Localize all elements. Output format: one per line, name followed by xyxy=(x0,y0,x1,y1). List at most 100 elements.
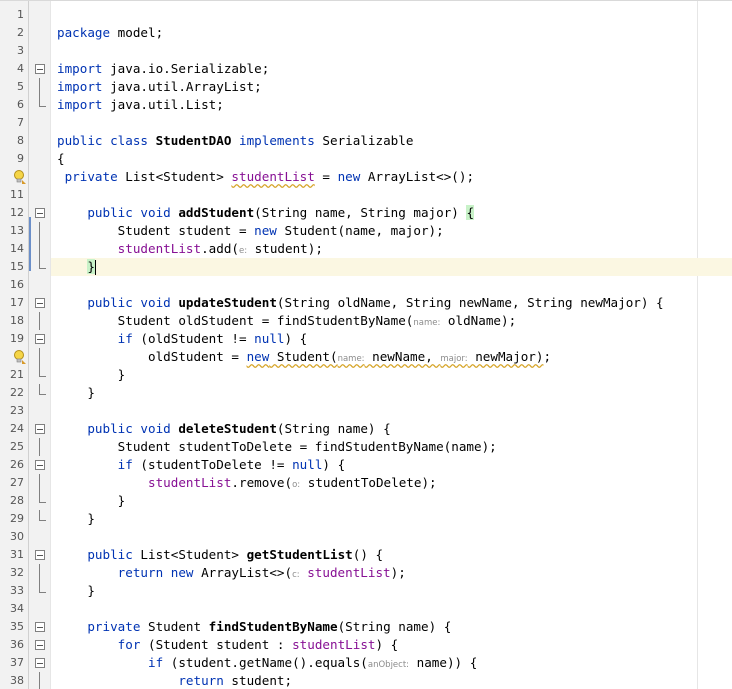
code-line-current[interactable]: 15 } xyxy=(0,258,732,276)
fold-collapse-icon[interactable] xyxy=(35,64,45,74)
code-line[interactable]: 6 import java.util.List; xyxy=(0,96,732,114)
code-line[interactable]: 23 xyxy=(0,402,732,420)
code-text: private List<Student> studentList = new … xyxy=(64,169,475,184)
fold-guide xyxy=(39,672,40,689)
fold-collapse-icon[interactable] xyxy=(35,460,45,470)
code-line[interactable]: 18 Student oldStudent = findStudentByNam… xyxy=(0,312,732,330)
fold-guide xyxy=(39,222,40,240)
code-text: private Student findStudentByName(String… xyxy=(87,619,452,634)
line-number: 4 xyxy=(17,62,24,75)
line-number: 28 xyxy=(10,494,24,507)
fold-collapse-icon[interactable] xyxy=(35,622,45,632)
code-line[interactable]: 19 if (oldStudent != null) { xyxy=(0,330,732,348)
fold-collapse-icon[interactable] xyxy=(35,334,45,344)
parameter-hint: c: xyxy=(292,570,300,580)
line-number: 3 xyxy=(17,44,24,57)
code-text: } xyxy=(57,367,126,382)
code-line[interactable]: 14 studentList.add(e: student); xyxy=(0,240,732,258)
code-line[interactable]: 33 } xyxy=(0,582,732,600)
code-line[interactable]: 17 public void updateStudent(String oldN… xyxy=(0,294,732,312)
code-text: studentList.remove(o: studentToDelete); xyxy=(148,475,437,490)
fold-end-icon[interactable] xyxy=(39,510,46,521)
line-number: 27 xyxy=(10,476,24,489)
code-text: public void deleteStudent(String name) { xyxy=(87,421,391,436)
code-line[interactable]: 7 xyxy=(0,114,732,132)
fold-end-icon[interactable] xyxy=(39,492,46,503)
code-line[interactable]: 26 if (studentToDelete != null) { xyxy=(0,456,732,474)
code-line[interactable]: 29 } xyxy=(0,510,732,528)
code-text: import java.util.ArrayList; xyxy=(57,79,262,94)
code-text: public void addStudent(String name, Stri… xyxy=(87,205,475,220)
code-line[interactable]: private List<Student> studentList = new … xyxy=(0,168,732,186)
intention-bulb-icon[interactable] xyxy=(13,349,27,365)
fold-end-icon[interactable] xyxy=(39,366,46,377)
code-line[interactable]: 1 xyxy=(0,6,732,24)
fold-collapse-icon[interactable] xyxy=(35,640,45,650)
fold-end-icon[interactable] xyxy=(39,384,46,395)
code-line[interactable]: 28 } xyxy=(0,492,732,510)
line-number: 30 xyxy=(10,530,24,543)
parameter-hint: name: xyxy=(413,318,441,328)
code-text: for (Student student : studentList) { xyxy=(117,637,399,652)
code-text: if (oldStudent != null) { xyxy=(117,331,308,346)
code-line[interactable]: 36 for (Student student : studentList) { xyxy=(0,636,732,654)
code-line[interactable]: 21 } xyxy=(0,366,732,384)
line-number: 1 xyxy=(17,8,24,21)
code-text: import java.util.List; xyxy=(57,97,224,112)
code-text: studentList.add(e: student); xyxy=(117,241,323,256)
code-line[interactable]: 9 { xyxy=(0,150,732,168)
line-number: 17 xyxy=(10,296,24,309)
line-number: 19 xyxy=(10,332,24,345)
fold-collapse-icon[interactable] xyxy=(35,298,45,308)
code-line[interactable]: 31 public List<Student> getStudentList()… xyxy=(0,546,732,564)
line-number: 29 xyxy=(10,512,24,525)
code-line[interactable]: 13 Student student = new Student(name, m… xyxy=(0,222,732,240)
code-text: Student student = new Student(name, majo… xyxy=(57,223,444,238)
code-line[interactable]: 25 Student studentToDelete = findStudent… xyxy=(0,438,732,456)
code-text: } xyxy=(57,493,126,508)
fold-collapse-icon[interactable] xyxy=(35,658,45,668)
code-line[interactable]: 12 public void addStudent(String name, S… xyxy=(0,204,732,222)
code-line[interactable]: 3 xyxy=(0,42,732,60)
code-line[interactable]: 11 xyxy=(0,186,732,204)
code-text: return new ArrayList<>(c: studentList); xyxy=(117,565,406,580)
line-number: 21 xyxy=(10,368,24,381)
code-line[interactable]: 4 import java.io.Serializable; xyxy=(0,60,732,78)
line-number: 36 xyxy=(10,638,24,651)
code-line[interactable]: 34 xyxy=(0,600,732,618)
code-text: return student; xyxy=(178,673,293,688)
code-text: package model; xyxy=(57,25,164,40)
fold-guide xyxy=(39,78,40,96)
fold-collapse-icon[interactable] xyxy=(35,424,45,434)
line-number: 22 xyxy=(10,386,24,399)
code-line[interactable]: 24 public void deleteStudent(String name… xyxy=(0,420,732,438)
line-number: 33 xyxy=(10,584,24,597)
fold-collapse-icon[interactable] xyxy=(35,208,45,218)
line-number: 31 xyxy=(10,548,24,561)
line-number: 14 xyxy=(10,242,24,255)
code-text: Student studentToDelete = findStudentByN… xyxy=(57,439,497,454)
code-line[interactable]: 32 return new ArrayList<>(c: studentList… xyxy=(0,564,732,582)
code-line[interactable]: oldStudent = new Student(name: newName, … xyxy=(0,348,732,366)
code-line[interactable]: 35 private Student findStudentByName(Str… xyxy=(0,618,732,636)
fold-collapse-icon[interactable] xyxy=(35,550,45,560)
intention-bulb-icon[interactable] xyxy=(13,169,27,185)
code-line[interactable]: 8 public class StudentDAO implements Ser… xyxy=(0,132,732,150)
fold-end-icon[interactable] xyxy=(39,258,46,269)
code-line[interactable]: 37 if (student.getName().equals(anObject… xyxy=(0,654,732,672)
code-editor[interactable]: 1 2 package model; 3 4 import java.io.Se… xyxy=(0,0,732,689)
code-line[interactable]: 38 return student; xyxy=(0,672,732,689)
line-number: 35 xyxy=(10,620,24,633)
line-number: 26 xyxy=(10,458,24,471)
code-line[interactable]: 2 package model; xyxy=(0,24,732,42)
code-line[interactable]: 30 xyxy=(0,528,732,546)
code-text: { xyxy=(57,151,65,166)
fold-end-icon[interactable] xyxy=(39,582,46,593)
code-line[interactable]: 22 } xyxy=(0,384,732,402)
line-number: 5 xyxy=(17,80,24,93)
line-number: 16 xyxy=(10,278,24,291)
code-line[interactable]: 27 studentList.remove(o: studentToDelete… xyxy=(0,474,732,492)
fold-end-icon[interactable] xyxy=(39,96,46,107)
code-line[interactable]: 16 xyxy=(0,276,732,294)
code-line[interactable]: 5 import java.util.ArrayList; xyxy=(0,78,732,96)
